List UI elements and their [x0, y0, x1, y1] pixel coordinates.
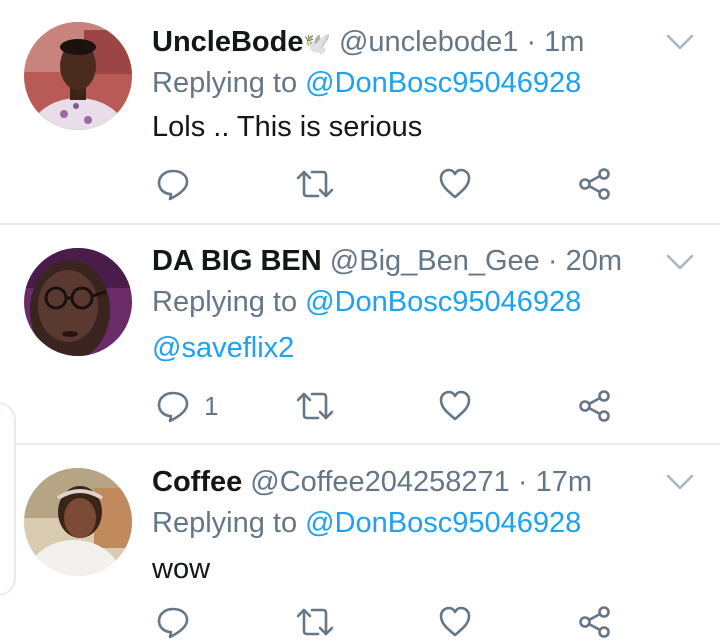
- like-button[interactable]: [438, 602, 472, 642]
- separator: ·: [517, 466, 528, 498]
- share-button[interactable]: [578, 602, 612, 642]
- side-drawer-handle[interactable]: [0, 402, 16, 596]
- replying-to: Replying to @DonBosc95046928: [152, 503, 581, 543]
- tweet-text: wow: [152, 553, 211, 585]
- tweet-header: Coffee @Coffee204258271 · 17m: [152, 462, 592, 502]
- replying-to-handle[interactable]: @DonBosc95046928: [305, 507, 581, 539]
- retweet-button[interactable]: [296, 602, 334, 642]
- like-icon: [439, 606, 471, 637]
- reply-icon: [157, 607, 189, 639]
- chevron-down-icon[interactable]: [664, 470, 696, 494]
- author-handle[interactable]: @Coffee204258271: [250, 466, 510, 498]
- share-icon: [579, 606, 610, 638]
- timestamp[interactable]: 17m: [536, 466, 592, 498]
- author-name[interactable]: Coffee: [152, 466, 242, 498]
- avatar-image: [24, 468, 132, 576]
- replying-to-label: Replying to: [152, 507, 298, 539]
- tweet[interactable]: Coffee @Coffee204258271 · 17m Replying t…: [0, 0, 720, 639]
- reply-button[interactable]: [156, 602, 204, 642]
- avatar[interactable]: [24, 468, 132, 576]
- retweet-icon: [296, 608, 334, 636]
